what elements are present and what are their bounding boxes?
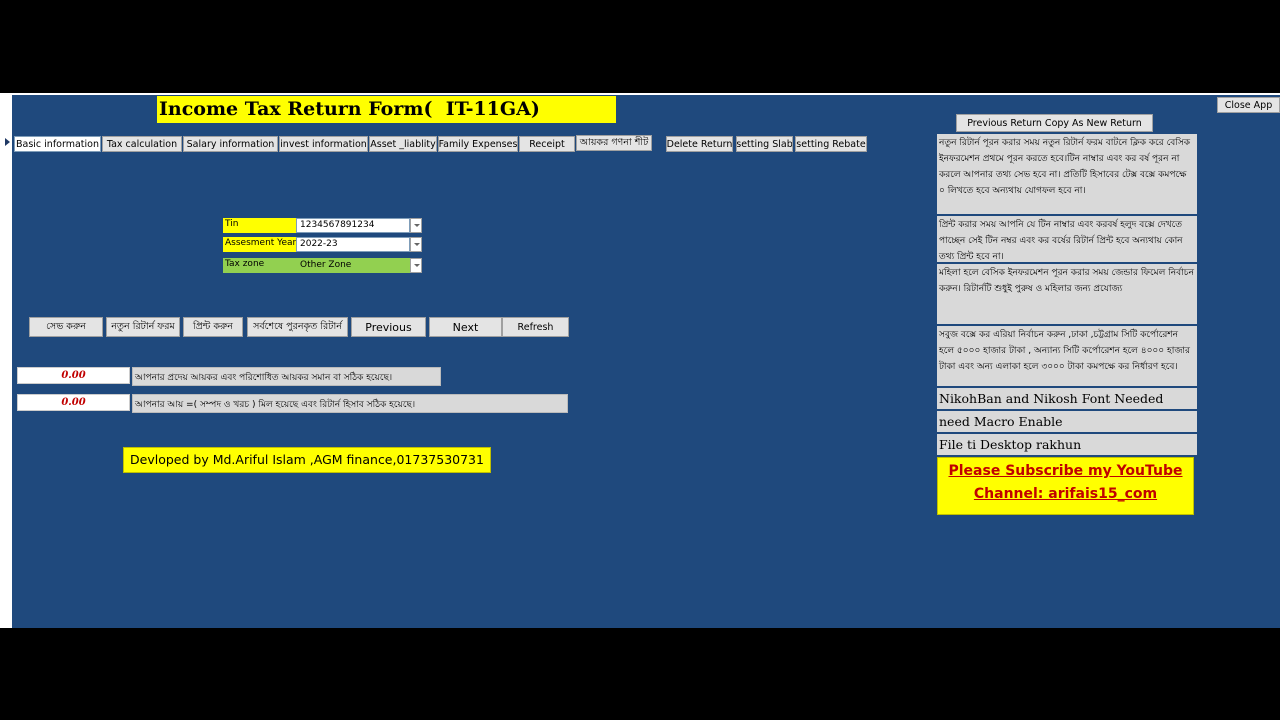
copy-return-button[interactable]: Previous Return Copy As New Return [956,114,1153,132]
assessment-year-select[interactable]: 2022-23 [296,237,410,252]
close-app-button[interactable]: Close App [1217,97,1280,113]
tab-receipt[interactable]: Receipt [519,136,575,152]
balance-check-value: 0.00 [17,394,130,411]
tab-basic-information[interactable]: Basic information [14,136,101,152]
subscribe-line-2[interactable]: Channel: arifais15_com [938,483,1193,506]
note-print: প্রিন্ট করার সময় আপনি যে টিন নাম্বার এব… [937,216,1197,264]
note-tax-zone: সবুজ বক্সে কর এরিয়া নির্বাচন করুন ,ঢাকা… [937,326,1197,388]
tab-salary-information[interactable]: Salary information [183,136,278,152]
note-desktop: File ti Desktop rakhun [937,434,1197,455]
developer-credit: Devloped by Md.Ariful Islam ,AGM finance… [123,447,491,473]
zone-dropdown-arrow-icon[interactable] [410,258,422,273]
tab-asset-liability[interactable]: Asset _liablity [369,136,437,152]
tab-tax-sheet[interactable]: আয়কর গণনা শীট [576,135,652,151]
tab-invest-information[interactable]: invest information [279,136,368,152]
save-button[interactable]: সেভ করুন [29,317,103,337]
new-return-button[interactable]: নতুন রিটার্ন ফরম [106,317,180,337]
divider [0,93,1280,95]
setting-rebate-button[interactable]: setting Rebate [795,136,867,152]
tax-check-message: আপনার প্রদেয় আয়কর এবং পরিশোধিত আয়কর স… [132,367,441,386]
tab-tax-calculation[interactable]: Tax calculation [102,136,182,152]
last-return-button[interactable]: সর্বশেষে পুরনকৃত রিটার্ন [247,317,348,337]
zone-label: Tax zone [223,258,297,273]
record-pointer-icon [5,138,10,146]
tin-label: Tin [223,218,297,233]
subscribe-banner[interactable]: Please Subscribe my YouTube Channel: ari… [937,457,1194,515]
setting-slab-button[interactable]: setting Slab [736,136,793,152]
print-button[interactable]: প্রিন্ট করুন [183,317,243,337]
year-label: Assesment Year [223,237,297,252]
delete-return-button[interactable]: Delete Return [666,136,733,152]
next-button[interactable]: Next [429,317,502,337]
note-macro: need Macro Enable [937,411,1197,434]
refresh-button[interactable]: Refresh [502,317,569,337]
previous-button[interactable]: Previous [351,317,426,337]
tax-zone-select[interactable]: Other Zone [296,258,410,273]
subscribe-line-1[interactable]: Please Subscribe my YouTube [938,460,1193,483]
note-new-return: নতুন রিটার্ন পূরন করার সময় নতুন রিটার্ন… [937,134,1197,216]
tax-check-value: 0.00 [17,367,130,384]
tab-family-expenses[interactable]: Family Expenses [438,136,518,152]
page-title: Income Tax Return Form( IT-11GA) [157,96,616,123]
record-selector[interactable] [0,95,12,628]
note-gender: মহিলা হলে বেসিক ইনফরমেশন পূরন করার সময় … [937,264,1197,326]
tin-dropdown-arrow-icon[interactable] [410,218,422,233]
tin-input[interactable]: 1234567891234 [296,218,410,233]
year-dropdown-arrow-icon[interactable] [410,237,422,252]
note-font-needed: NikohBan and Nikosh Font Needed [937,388,1197,411]
balance-check-message: আপনার আয় =( সম্পদ ও খরচ ) মিল হয়েছে এব… [132,394,568,413]
